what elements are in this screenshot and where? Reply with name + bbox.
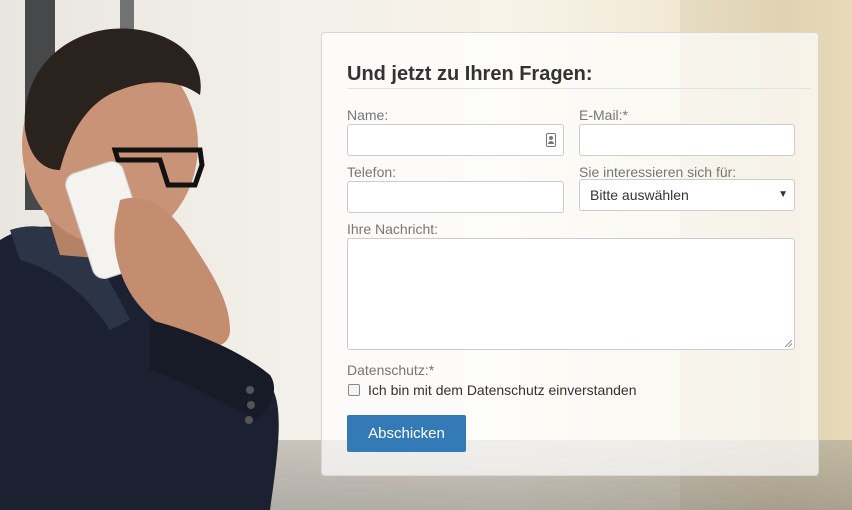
- message-label: Ihre Nachricht:: [347, 221, 439, 237]
- privacy-checkbox-label[interactable]: Ich bin mit dem Datenschutz einverstande…: [368, 382, 636, 398]
- form-title: Und jetzt zu Ihren Fragen:: [347, 63, 593, 85]
- name-input[interactable]: [347, 124, 564, 156]
- phone-label: Telefon:: [347, 164, 397, 180]
- privacy-label: Datenschutz:*: [347, 362, 435, 378]
- privacy-checkbox[interactable]: [348, 384, 360, 396]
- name-label: Name:: [347, 107, 389, 123]
- message-textarea[interactable]: [347, 238, 795, 350]
- email-label: E-Mail:*: [579, 107, 629, 123]
- email-input[interactable]: [579, 124, 795, 156]
- submit-button[interactable]: Abschicken: [347, 415, 466, 452]
- contact-card-icon[interactable]: [546, 133, 556, 147]
- contact-form: Und jetzt zu Ihren Fragen: Name: E-Mail:…: [321, 32, 819, 476]
- phone-input[interactable]: [347, 181, 564, 213]
- interest-select[interactable]: Bitte auswählen ▼: [579, 179, 795, 211]
- caret-down-icon: ▼: [778, 189, 788, 200]
- resize-grip-icon[interactable]: [785, 340, 792, 347]
- interest-label: Sie interessieren sich für:: [579, 164, 737, 180]
- interest-selected-value: Bitte auswählen: [590, 187, 689, 203]
- man-on-phone-image: [0, 28, 279, 510]
- title-divider: [347, 88, 810, 89]
